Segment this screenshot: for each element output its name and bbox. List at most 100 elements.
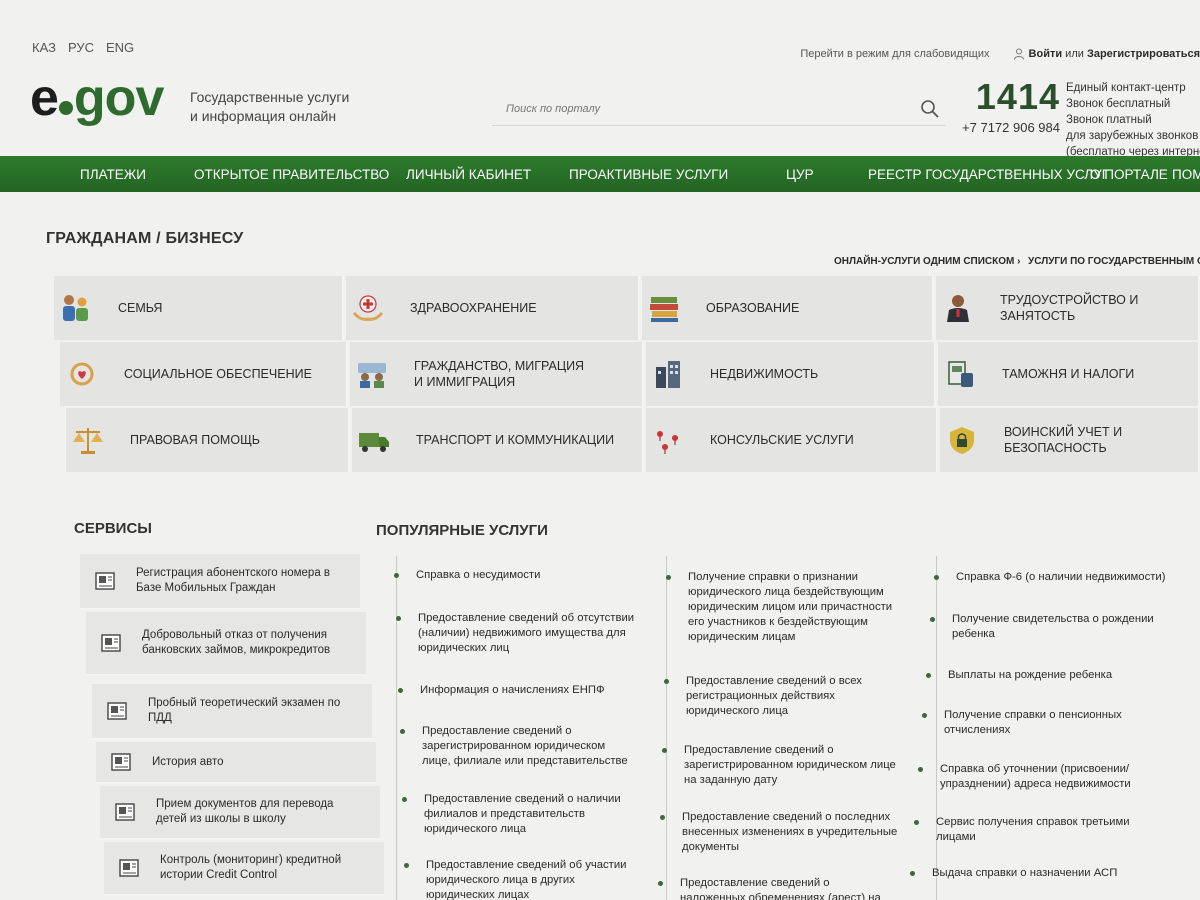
hotline-phone[interactable]: +7 7172 906 984 (958, 120, 1060, 135)
accessibility-link[interactable]: Перейти в режим для слабовидящих (800, 48, 989, 60)
category-label: ГРАЖДАНСТВО, МИГРАЦИЯ И ИММИГРАЦИЯ (414, 359, 585, 389)
categories-grid: СЕМЬЯ ЗДРАВООХРАНЕНИЕ ОБРАЗОВАНИЕ ТРУДОУ… (54, 276, 1200, 472)
category-transport[interactable]: ТРАНСПОРТ И КОММУНИКАЦИИ (352, 408, 644, 472)
tagline-line1: Государственные услуги (190, 89, 350, 105)
popular-item[interactable]: Выплаты на рождение ребенка (926, 668, 1168, 683)
nav-payments[interactable]: ПЛАТЕЖИ (80, 167, 146, 182)
bullet-icon (402, 797, 407, 802)
popular-item[interactable]: Предоставление сведений о зарегистрирова… (400, 724, 632, 769)
top-right-links: Перейти в режим для слабовидящих Войти и… (800, 48, 1200, 60)
popular-item[interactable]: Сервис получения справок третьими лицами (914, 815, 1136, 845)
category-social-security[interactable]: СОЦИАЛЬНОЕ ОБЕСПЕЧЕНИЕ (60, 342, 348, 406)
popular-item[interactable]: Предоставление сведений об отсутствии (н… (396, 611, 650, 656)
popular-item[interactable]: Предоставление сведений о всех регистрац… (664, 674, 876, 719)
service-item[interactable]: История авто (96, 742, 376, 784)
popular-item[interactable]: Информация о начислениях ЕНПФ (398, 683, 650, 698)
search-input[interactable] (492, 102, 920, 115)
document-icon (119, 859, 139, 877)
popular-item[interactable]: Предоставление сведений о наличии филиал… (402, 792, 634, 837)
tagline: Государственные услуги и информация онла… (190, 88, 380, 126)
logo-dot-icon (58, 101, 73, 115)
category-consular[interactable]: КОНСУЛЬСКИЕ УСЛУГИ (646, 408, 938, 472)
popular-item-label: Предоставление сведений о зарегистрирова… (422, 725, 628, 767)
map-pins-icon (646, 408, 690, 472)
popular-item[interactable]: Предоставление сведений об участии юриди… (404, 858, 636, 900)
bullet-icon (658, 881, 663, 886)
popular-item-label: Справка о несудимости (416, 569, 541, 581)
lang-kaz[interactable]: КАЗ (32, 40, 56, 55)
popular-item[interactable]: Предоставление сведений о наложенных обр… (658, 876, 890, 900)
service-label: Контроль (мониторинг) кредитной истории … (160, 854, 342, 881)
nav-open-government[interactable]: ОТКРЫТОЕ ПРАВИТЕЛЬСТВО (194, 167, 389, 182)
bullet-icon (398, 688, 403, 693)
popular-item[interactable]: Получение справки о пенсионных отчислени… (922, 708, 1154, 738)
service-item[interactable]: Прием документов для перевода детей из ш… (100, 786, 380, 840)
user-icon (1014, 48, 1025, 60)
nav-sdg[interactable]: ЦУР (786, 167, 814, 182)
popular-item[interactable]: Предоставление сведений о последних внес… (660, 810, 902, 855)
category-citizenship[interactable]: ГРАЖДАНСТВО, МИГРАЦИЯ И ИММИГРАЦИЯ (350, 342, 644, 406)
family-icon (54, 276, 98, 340)
category-label: ВОИНСКИЙ УЧЕТ И БЕЗОПАСНОСТЬ (1004, 425, 1123, 455)
healthcare-icon (346, 276, 390, 340)
nav-help[interactable]: ПОМОЩЬ (1172, 167, 1200, 182)
category-label: ТРУДОУСТРОЙСТВО И ЗАНЯТОСТЬ (1000, 293, 1139, 323)
bullet-icon (662, 748, 667, 753)
egov-logo[interactable]: e gov (30, 72, 164, 124)
category-military-security[interactable]: ВОИНСКИЙ УЧЕТ И БЕЗОПАСНОСТЬ (940, 408, 1200, 472)
popular-column-divider (666, 556, 667, 900)
category-healthcare[interactable]: ЗДРАВООХРАНЕНИЕ (346, 276, 640, 340)
nav-about[interactable]: О ПОРТАЛЕ (1090, 167, 1168, 182)
service-item[interactable]: Регистрация абонентского номера в Базе М… (80, 554, 360, 610)
popular-item-label: Выплаты на рождение ребенка (948, 669, 1113, 681)
bullet-icon (666, 575, 671, 580)
nav-services-registry[interactable]: РЕЕСТР ГОСУДАРСТВЕННЫХ УСЛУГ (868, 167, 1109, 182)
nav-proactive-services[interactable]: ПРОАКТИВНЫЕ УСЛУГИ (569, 167, 728, 182)
hotline: 1414 +7 7172 906 984 (958, 76, 1060, 135)
login-link[interactable]: Войти (1029, 48, 1063, 60)
hotline-info-line: для зарубежных звонков (1066, 130, 1199, 142)
service-item[interactable]: Контроль (мониторинг) кредитной истории … (104, 842, 384, 896)
online-services-list-link[interactable]: ОНЛАЙН-УСЛУГИ ОДНИМ СПИСКОМ › (834, 256, 1020, 267)
register-link[interactable]: Зарегистрироваться (1087, 48, 1200, 60)
category-label: ТРАНСПОРТ И КОММУНИКАЦИИ (416, 433, 615, 447)
bullet-icon (918, 767, 923, 772)
popular-item[interactable]: Предоставление сведений о зарегистрирова… (662, 743, 904, 788)
nav-personal-cabinet[interactable]: ЛИЧНЫЙ КАБИНЕТ (406, 167, 531, 182)
popular-item[interactable]: Справка Ф-6 (о наличии недвижимости) (934, 570, 1186, 585)
category-employment[interactable]: ТРУДОУСТРОЙСТВО И ЗАНЯТОСТЬ (936, 276, 1200, 340)
popular-item[interactable]: Получение справки о признании юридическо… (666, 570, 908, 645)
services-by-agencies-link[interactable]: УСЛУГИ ПО ГОСУДАРСТВЕННЫМ ОРГАНАМ (1028, 256, 1200, 267)
popular-item-label: Предоставление сведений об отсутствии (н… (418, 612, 635, 654)
lang-eng[interactable]: ENG (106, 40, 134, 55)
category-label: КОНСУЛЬСКИЕ УСЛУГИ (710, 433, 854, 447)
category-customs-taxes[interactable]: ТАМОЖНЯ И НАЛОГИ (938, 342, 1200, 406)
popular-item-label: Предоставление сведений о наложенных обр… (680, 877, 881, 900)
document-icon (95, 572, 115, 590)
popular-item-label: Справка об уточнении (присвоении/ упразд… (940, 763, 1131, 790)
category-education[interactable]: ОБРАЗОВАНИЕ (642, 276, 934, 340)
popular-item-label: Предоставление сведений о последних внес… (682, 811, 898, 853)
popular-item[interactable]: Выдача справки о назначении АСП (910, 866, 1152, 881)
service-label: Пробный теоретический экзамен по ПДД (148, 697, 341, 724)
category-legal-aid[interactable]: ПРАВОВАЯ ПОМОЩЬ (66, 408, 350, 472)
popular-item-label: Сервис получения справок третьими лицами (936, 816, 1130, 843)
service-item[interactable]: Добровольный отказ от получения банковск… (86, 612, 366, 676)
popular-item[interactable]: Справка об уточнении (присвоении/ упразд… (918, 762, 1160, 792)
popular-item-label: Предоставление сведений о всех регистрац… (686, 675, 862, 717)
category-family[interactable]: СЕМЬЯ (54, 276, 344, 340)
hotline-number[interactable]: 1414 (958, 76, 1060, 118)
popular-item-label: Информация о начислениях ЕНПФ (420, 684, 605, 696)
service-item[interactable]: Пробный теоретический экзамен по ПДД (92, 684, 372, 740)
popular-item-label: Предоставление сведений об участии юриди… (426, 859, 627, 900)
popular-item[interactable]: Справка о несудимости (394, 568, 646, 583)
popular-item-label: Получение свидетельства о рождении ребен… (952, 613, 1154, 640)
category-real-estate[interactable]: НЕДВИЖИМОСТЬ (646, 342, 936, 406)
popular-item-label: Предоставление сведений о наличии филиал… (424, 793, 621, 835)
lang-rus[interactable]: РУС (68, 40, 94, 55)
language-switcher: КАЗ РУС ENG (32, 40, 134, 55)
search-bar (492, 92, 946, 126)
category-label: ЗДРАВООХРАНЕНИЕ (410, 301, 537, 315)
search-icon[interactable] (920, 99, 940, 119)
popular-item[interactable]: Получение свидетельства о рождении ребен… (930, 612, 1172, 642)
